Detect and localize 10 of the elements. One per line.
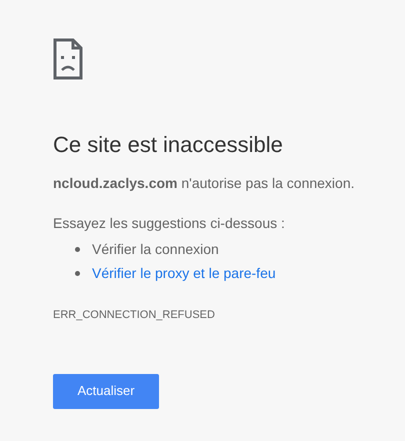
suggestion-text: Vérifier la connexion: [92, 240, 219, 258]
sad-page-icon: [53, 38, 83, 80]
error-code: ERR_CONNECTION_REFUSED: [53, 308, 215, 323]
error-message: ncloud.zaclys.com n'autorise pas la connexion.: [53, 174, 354, 193]
suggestion-link[interactable]: Vérifier le proxy et le pare-feu: [92, 262, 276, 284]
suggestions-heading: Essayez les suggestions ci-dessous :: [53, 214, 285, 233]
bullet-icon: [75, 246, 80, 252]
reload-button[interactable]: Actualiser: [53, 374, 159, 408]
page-title: Ce site est inaccessible: [53, 131, 283, 159]
bullet-icon: [75, 270, 80, 276]
